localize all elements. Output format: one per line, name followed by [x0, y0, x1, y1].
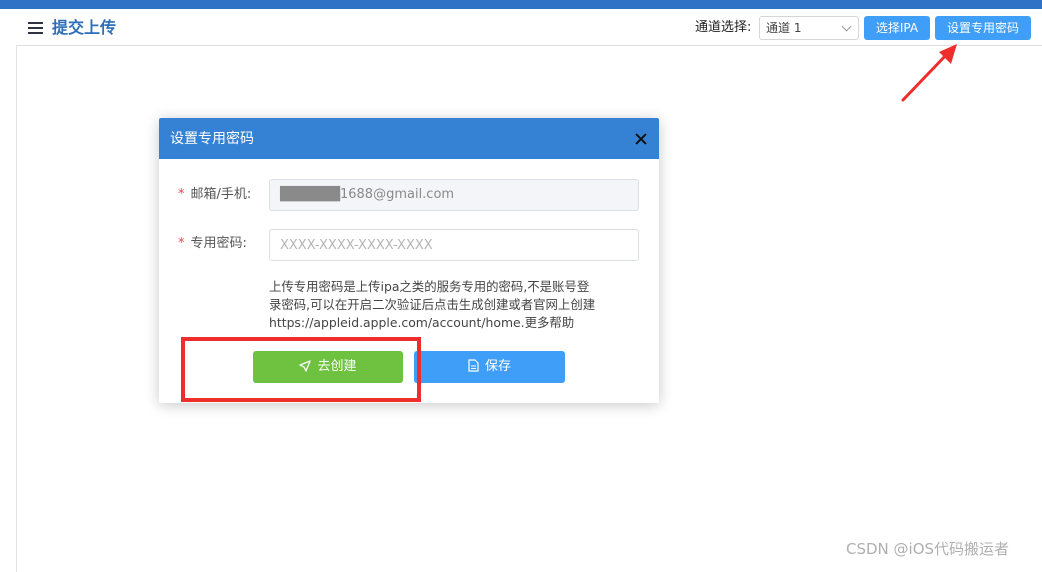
select-ipa-button[interactable]: 选择IPA — [864, 16, 930, 40]
top-app-bar — [0, 0, 1042, 9]
channel-select[interactable]: 通道 1 — [759, 16, 859, 40]
menu-icon[interactable] — [28, 22, 43, 34]
dialog-header: 设置专用密码 — [159, 118, 659, 159]
password-label: * 专用密码: — [178, 235, 247, 253]
password-label-text: 专用密码: — [190, 236, 247, 251]
watermark: CSDN @iOS代码搬运者 — [846, 540, 1010, 558]
channel-selected-value: 通道 1 — [766, 21, 802, 35]
required-mark: * — [178, 187, 185, 202]
email-field[interactable]: ██████1688@gmail.com — [269, 179, 639, 211]
app-specific-password-input[interactable] — [269, 229, 639, 261]
email-label-text: 邮箱/手机: — [190, 187, 252, 202]
annotation-arrow — [901, 44, 957, 102]
dialog-title: 设置专用密码 — [170, 131, 254, 147]
document-icon — [468, 359, 479, 372]
page-header: 提交上传 通道选择: 通道 1 选择IPA 设置专用密码 — [16, 9, 1042, 46]
channel-label: 通道选择: — [695, 20, 752, 35]
annotation-highlight-box — [181, 337, 421, 402]
email-label: * 邮箱/手机: — [178, 186, 251, 204]
help-text: 上传专用密码是上传ipa之类的服务专用的密码,不是账号登 录密码,可以在开启二次… — [269, 278, 644, 332]
help-text-line: 上传专用密码是上传ipa之类的服务专用的密码,不是账号登 — [269, 279, 590, 294]
required-mark: * — [178, 236, 185, 251]
chevron-down-icon — [841, 21, 852, 32]
help-text-line: 录密码,可以在开启二次验证后点击生成创建或者官网上创建 — [269, 297, 596, 312]
set-password-button[interactable]: 设置专用密码 — [935, 16, 1031, 40]
save-button[interactable]: 保存 — [414, 351, 565, 383]
close-icon[interactable] — [633, 131, 649, 147]
help-text-line: https://appleid.apple.com/account/home.更… — [269, 315, 575, 330]
save-button-label: 保存 — [484, 359, 511, 374]
page-title: 提交上传 — [52, 18, 117, 37]
